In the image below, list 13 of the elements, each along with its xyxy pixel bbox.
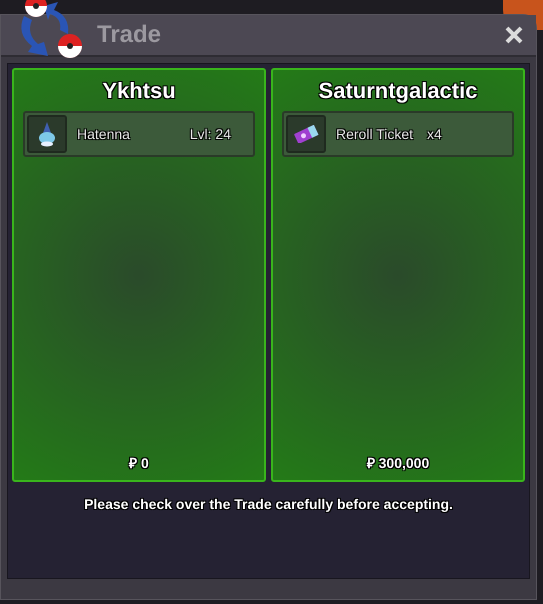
offer-detail: x4 (427, 124, 442, 144)
offer-detail: Lvl: 24 (190, 124, 231, 144)
offer-name: Reroll Ticket (336, 124, 414, 144)
trader-name: Ykhtsu (101, 77, 177, 105)
money-amount: ₽ 300,000 (366, 454, 430, 473)
offer-name: Hatenna (77, 124, 130, 144)
creature-icon (36, 121, 58, 147)
notice-text: Please check over the Trade carefully before accepting. (83, 495, 454, 514)
offer-row[interactable]: Reroll Ticket x4 (282, 111, 514, 157)
money-amount: ₽ 0 (128, 454, 150, 473)
trader-name: Saturntgalactic (318, 77, 478, 105)
offer-row[interactable]: Hatenna Lvl: 24 (23, 111, 255, 157)
window-title: Trade (97, 20, 162, 50)
